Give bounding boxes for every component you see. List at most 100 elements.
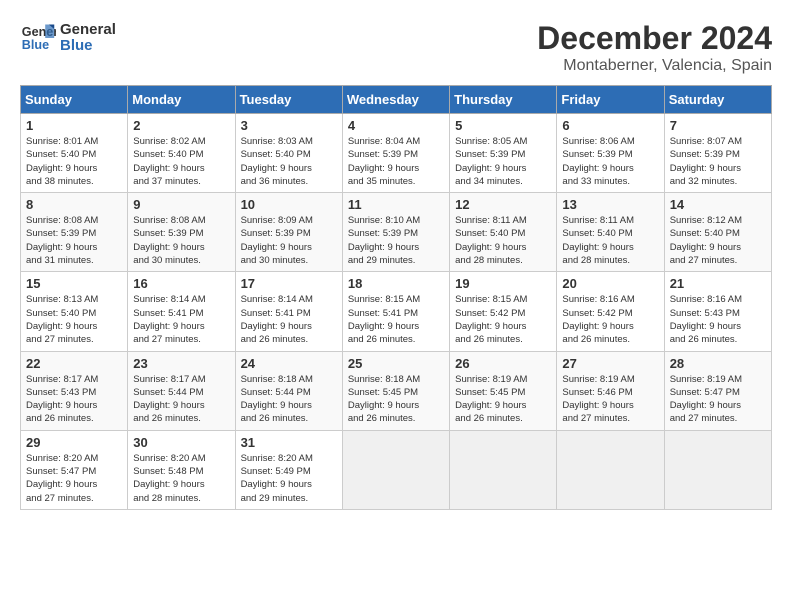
day-number: 7 bbox=[670, 118, 766, 133]
day-info: Sunrise: 8:20 AMSunset: 5:47 PMDaylight:… bbox=[26, 452, 122, 505]
calendar-cell: 6Sunrise: 8:06 AMSunset: 5:39 PMDaylight… bbox=[557, 114, 664, 193]
day-number: 14 bbox=[670, 197, 766, 212]
calendar-week-3: 15Sunrise: 8:13 AMSunset: 5:40 PMDayligh… bbox=[21, 272, 772, 351]
month-title: December 2024 bbox=[537, 20, 772, 57]
calendar-cell: 16 Sunrise: 8:14 AMSunset: 5:41 PMDayligh… bbox=[128, 272, 235, 351]
calendar-cell: 1 Sunrise: 8:01 AMSunset: 5:40 PMDaylight… bbox=[21, 114, 128, 193]
day-info: Sunrise: 8:14 AMSunset: 5:41 PMDaylight:… bbox=[241, 293, 337, 346]
day-info: Sunrise: 8:08 AMSunset: 5:39 PMDaylight:… bbox=[26, 214, 122, 267]
calendar-cell: 10 Sunrise: 8:09 AMSunset: 5:39 PMDayligh… bbox=[235, 193, 342, 272]
col-header-friday: Friday bbox=[557, 86, 664, 114]
location-subtitle: Montaberner, Valencia, Spain bbox=[537, 57, 772, 75]
calendar-cell: 14 Sunrise: 8:12 AMSunset: 5:40 PMDayligh… bbox=[664, 193, 771, 272]
day-info: Sunrise: 8:18 AMSunset: 5:45 PMDaylight:… bbox=[348, 373, 444, 426]
calendar-cell: 20Sunrise: 8:16 AMSunset: 5:42 PMDayligh… bbox=[557, 272, 664, 351]
calendar-week-2: 8 Sunrise: 8:08 AMSunset: 5:39 PMDaylight… bbox=[21, 193, 772, 272]
calendar-cell: 28 Sunrise: 8:19 AMSunset: 5:47 PMDayligh… bbox=[664, 351, 771, 430]
day-info: Sunrise: 8:11 AMSunset: 5:40 PMDaylight:… bbox=[455, 214, 551, 267]
calendar-body: 1 Sunrise: 8:01 AMSunset: 5:40 PMDaylight… bbox=[21, 114, 772, 510]
calendar-cell: 11 Sunrise: 8:10 AMSunset: 5:39 PMDayligh… bbox=[342, 193, 449, 272]
day-number: 28 bbox=[670, 356, 766, 371]
calendar-cell: 7Sunrise: 8:07 AMSunset: 5:39 PMDaylight… bbox=[664, 114, 771, 193]
day-number: 17 bbox=[241, 276, 337, 291]
logo-blue: Blue bbox=[60, 38, 116, 55]
day-number: 18 bbox=[348, 276, 444, 291]
calendar-cell: 21 Sunrise: 8:16 AMSunset: 5:43 PMDayligh… bbox=[664, 272, 771, 351]
day-info: Sunrise: 8:19 AMSunset: 5:46 PMDaylight:… bbox=[562, 373, 658, 426]
col-header-saturday: Saturday bbox=[664, 86, 771, 114]
day-number: 10 bbox=[241, 197, 337, 212]
day-info: Sunrise: 8:15 AMSunset: 5:42 PMDaylight:… bbox=[455, 293, 551, 346]
calendar-cell: 8 Sunrise: 8:08 AMSunset: 5:39 PMDaylight… bbox=[21, 193, 128, 272]
title-area: December 2024 Montaberner, Valencia, Spa… bbox=[537, 20, 772, 75]
calendar-cell: 18 Sunrise: 8:15 AMSunset: 5:41 PMDayligh… bbox=[342, 272, 449, 351]
day-info: Sunrise: 8:12 AMSunset: 5:40 PMDaylight:… bbox=[670, 214, 766, 267]
header: General Blue General Blue December 2024 … bbox=[20, 20, 772, 75]
day-info: Sunrise: 8:14 AMSunset: 5:41 PMDaylight:… bbox=[133, 293, 229, 346]
calendar-cell: 23 Sunrise: 8:17 AMSunset: 5:44 PMDayligh… bbox=[128, 351, 235, 430]
day-number: 15 bbox=[26, 276, 122, 291]
day-number: 19 bbox=[455, 276, 551, 291]
col-header-tuesday: Tuesday bbox=[235, 86, 342, 114]
calendar-cell bbox=[557, 430, 664, 509]
day-number: 29 bbox=[26, 435, 122, 450]
calendar-week-4: 22 Sunrise: 8:17 AMSunset: 5:43 PMDayligh… bbox=[21, 351, 772, 430]
day-number: 12 bbox=[455, 197, 551, 212]
day-number: 11 bbox=[348, 197, 444, 212]
day-number: 8 bbox=[26, 197, 122, 212]
calendar-cell: 13Sunrise: 8:11 AMSunset: 5:40 PMDayligh… bbox=[557, 193, 664, 272]
day-info: Sunrise: 8:17 AMSunset: 5:44 PMDaylight:… bbox=[133, 373, 229, 426]
day-number: 31 bbox=[241, 435, 337, 450]
calendar-cell: 2Sunrise: 8:02 AMSunset: 5:40 PMDaylight… bbox=[128, 114, 235, 193]
calendar-week-1: 1 Sunrise: 8:01 AMSunset: 5:40 PMDaylight… bbox=[21, 114, 772, 193]
calendar-cell: 17 Sunrise: 8:14 AMSunset: 5:41 PMDayligh… bbox=[235, 272, 342, 351]
day-number: 9 bbox=[133, 197, 229, 212]
logo-general: General bbox=[60, 22, 116, 39]
day-info: Sunrise: 8:19 AMSunset: 5:47 PMDaylight:… bbox=[670, 373, 766, 426]
day-info: Sunrise: 8:03 AMSunset: 5:40 PMDaylight:… bbox=[241, 135, 337, 188]
day-number: 4 bbox=[348, 118, 444, 133]
calendar-cell: 4Sunrise: 8:04 AMSunset: 5:39 PMDaylight… bbox=[342, 114, 449, 193]
col-header-monday: Monday bbox=[128, 86, 235, 114]
calendar-cell: 30Sunrise: 8:20 AMSunset: 5:48 PMDayligh… bbox=[128, 430, 235, 509]
calendar-cell: 25 Sunrise: 8:18 AMSunset: 5:45 PMDayligh… bbox=[342, 351, 449, 430]
day-info: Sunrise: 8:01 AMSunset: 5:40 PMDaylight:… bbox=[26, 135, 122, 188]
calendar-cell: 31 Sunrise: 8:20 AMSunset: 5:49 PMDayligh… bbox=[235, 430, 342, 509]
calendar-cell bbox=[664, 430, 771, 509]
calendar-table: SundayMondayTuesdayWednesdayThursdayFrid… bbox=[20, 85, 772, 510]
day-number: 6 bbox=[562, 118, 658, 133]
day-number: 22 bbox=[26, 356, 122, 371]
day-number: 3 bbox=[241, 118, 337, 133]
day-info: Sunrise: 8:19 AMSunset: 5:45 PMDaylight:… bbox=[455, 373, 551, 426]
day-number: 20 bbox=[562, 276, 658, 291]
calendar-cell: 24Sunrise: 8:18 AMSunset: 5:44 PMDayligh… bbox=[235, 351, 342, 430]
day-number: 16 bbox=[133, 276, 229, 291]
logo-icon: General Blue bbox=[20, 20, 56, 56]
day-info: Sunrise: 8:18 AMSunset: 5:44 PMDaylight:… bbox=[241, 373, 337, 426]
calendar-cell bbox=[450, 430, 557, 509]
calendar-cell: 9 Sunrise: 8:08 AMSunset: 5:39 PMDaylight… bbox=[128, 193, 235, 272]
calendar-cell: 26 Sunrise: 8:19 AMSunset: 5:45 PMDayligh… bbox=[450, 351, 557, 430]
calendar-header-row: SundayMondayTuesdayWednesdayThursdayFrid… bbox=[21, 86, 772, 114]
day-number: 23 bbox=[133, 356, 229, 371]
day-number: 26 bbox=[455, 356, 551, 371]
calendar-cell: 19 Sunrise: 8:15 AMSunset: 5:42 PMDayligh… bbox=[450, 272, 557, 351]
day-info: Sunrise: 8:15 AMSunset: 5:41 PMDaylight:… bbox=[348, 293, 444, 346]
day-info: Sunrise: 8:16 AMSunset: 5:43 PMDaylight:… bbox=[670, 293, 766, 346]
calendar-week-5: 29 Sunrise: 8:20 AMSunset: 5:47 PMDayligh… bbox=[21, 430, 772, 509]
day-number: 25 bbox=[348, 356, 444, 371]
calendar-cell: 29 Sunrise: 8:20 AMSunset: 5:47 PMDayligh… bbox=[21, 430, 128, 509]
day-info: Sunrise: 8:09 AMSunset: 5:39 PMDaylight:… bbox=[241, 214, 337, 267]
calendar-cell: 12 Sunrise: 8:11 AMSunset: 5:40 PMDayligh… bbox=[450, 193, 557, 272]
day-number: 13 bbox=[562, 197, 658, 212]
day-number: 1 bbox=[26, 118, 122, 133]
calendar-cell: 22 Sunrise: 8:17 AMSunset: 5:43 PMDayligh… bbox=[21, 351, 128, 430]
day-info: Sunrise: 8:10 AMSunset: 5:39 PMDaylight:… bbox=[348, 214, 444, 267]
day-info: Sunrise: 8:08 AMSunset: 5:39 PMDaylight:… bbox=[133, 214, 229, 267]
col-header-thursday: Thursday bbox=[450, 86, 557, 114]
day-number: 30 bbox=[133, 435, 229, 450]
day-info: Sunrise: 8:20 AMSunset: 5:49 PMDaylight:… bbox=[241, 452, 337, 505]
day-info: Sunrise: 8:17 AMSunset: 5:43 PMDaylight:… bbox=[26, 373, 122, 426]
calendar-cell: 15Sunrise: 8:13 AMSunset: 5:40 PMDayligh… bbox=[21, 272, 128, 351]
day-number: 21 bbox=[670, 276, 766, 291]
